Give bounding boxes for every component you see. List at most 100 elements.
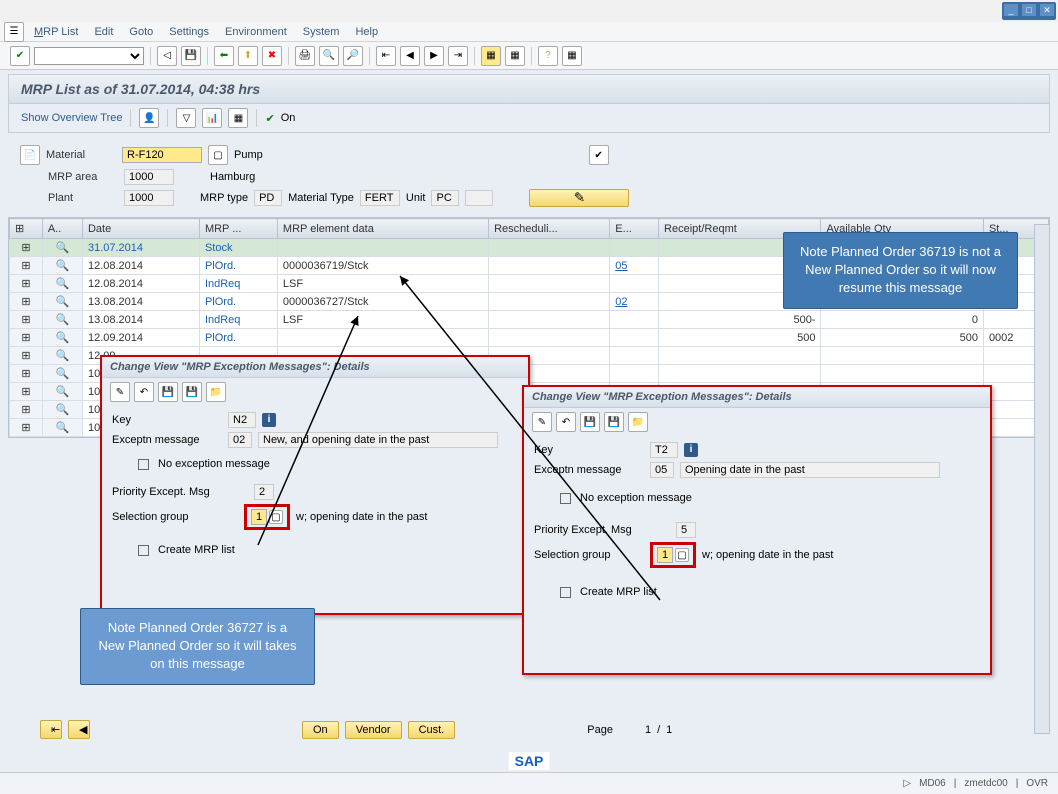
find-next-icon[interactable]: 🔎 xyxy=(343,46,363,66)
unit-extra-input[interactable] xyxy=(465,190,493,206)
unit-input[interactable] xyxy=(431,190,459,206)
material-f4-icon[interactable]: ▢ xyxy=(208,145,228,165)
glass-icon[interactable]: 🔍 xyxy=(42,383,82,401)
expand-icon[interactable]: ⊞ xyxy=(10,311,43,329)
expand-icon[interactable]: ⊞ xyxy=(10,293,43,311)
undo-icon[interactable]: ↶ xyxy=(556,412,576,432)
folder-icon[interactable]: 📁 xyxy=(628,412,648,432)
ok-icon[interactable]: ✔ xyxy=(10,46,30,66)
expand-icon[interactable]: ⊞ xyxy=(10,401,43,419)
menu-settings[interactable]: Settings xyxy=(163,24,215,40)
expand-icon[interactable]: ⊞ xyxy=(10,419,43,437)
expand-icon[interactable]: ⊞ xyxy=(10,275,43,293)
shortcut-icon[interactable]: ▦ xyxy=(505,46,525,66)
prio-input[interactable] xyxy=(254,484,274,500)
expand-icon[interactable]: ⊞ xyxy=(10,365,43,383)
col-mrp[interactable]: MRP ... xyxy=(199,219,277,239)
cell-e[interactable]: 02 xyxy=(610,293,659,311)
prio-input[interactable] xyxy=(676,522,696,538)
expand-icon[interactable]: ⊞ xyxy=(10,383,43,401)
status-play-icon[interactable]: ▷ xyxy=(903,778,911,789)
nav-back-icon[interactable]: ⬅ xyxy=(214,46,234,66)
chart-icon[interactable]: 📊 xyxy=(202,108,222,128)
folder-icon[interactable]: 📁 xyxy=(206,382,226,402)
save-disk-icon[interactable]: 💾 xyxy=(580,412,600,432)
create-checkbox[interactable] xyxy=(138,545,149,556)
find-icon[interactable]: 🔍 xyxy=(319,46,339,66)
help-icon[interactable]: ? xyxy=(538,46,558,66)
filter-icon[interactable]: ▽ xyxy=(176,108,196,128)
glass-icon[interactable]: 🔍 xyxy=(42,293,82,311)
material-input[interactable] xyxy=(122,147,202,163)
selgrp-input[interactable] xyxy=(251,509,267,525)
msg-code-input[interactable] xyxy=(650,462,674,478)
session-icon[interactable]: ▦ xyxy=(481,46,501,66)
msg-text-input[interactable] xyxy=(258,432,498,448)
menu-environment[interactable]: Environment xyxy=(219,24,293,40)
close-button[interactable]: ✕ xyxy=(1039,3,1055,17)
expand-icon[interactable]: ⊞ xyxy=(10,257,43,275)
col-elem[interactable]: MRP element data xyxy=(277,219,488,239)
col-resch[interactable]: Rescheduli... xyxy=(489,219,610,239)
pencil-icon[interactable]: ✎ xyxy=(110,382,130,402)
menu-edit[interactable]: Edit xyxy=(88,24,119,40)
glass-icon[interactable]: 🔍 xyxy=(42,239,82,257)
save-disk2-icon[interactable]: 💾 xyxy=(604,412,624,432)
cancel-icon[interactable]: ✖ xyxy=(262,46,282,66)
save-icon[interactable]: 💾 xyxy=(181,46,201,66)
prev-page-icon[interactable]: ◀ xyxy=(400,46,420,66)
print-icon[interactable]: 🖨 xyxy=(295,46,315,66)
table-icon[interactable]: ▦ xyxy=(228,108,248,128)
msg-code-input[interactable] xyxy=(228,432,252,448)
create-checkbox[interactable] xyxy=(560,587,571,598)
overview-tree-link[interactable]: Show Overview Tree xyxy=(21,112,122,124)
pencil-icon[interactable]: ✎ xyxy=(532,412,552,432)
save-disk-icon[interactable]: 💾 xyxy=(158,382,178,402)
info-icon[interactable]: i xyxy=(262,413,276,427)
vertical-scrollbar[interactable] xyxy=(1034,224,1050,734)
vendor-button[interactable]: Vendor xyxy=(345,721,402,739)
menu-system[interactable]: System xyxy=(297,24,346,40)
glass-icon[interactable]: 🔍 xyxy=(42,311,82,329)
key-input[interactable] xyxy=(650,442,678,458)
menu-help[interactable]: Help xyxy=(349,24,384,40)
minimize-button[interactable]: _ xyxy=(1003,3,1019,17)
cell-e[interactable]: 05 xyxy=(610,257,659,275)
menu-mrplist[interactable]: MRP List xyxy=(28,24,84,40)
glass-icon[interactable]: 🔍 xyxy=(42,401,82,419)
material-selector-icon[interactable]: 📄 xyxy=(20,145,40,165)
col-date[interactable]: Date xyxy=(82,219,199,239)
plant-input[interactable] xyxy=(124,190,174,206)
col-e[interactable]: E... xyxy=(610,219,659,239)
key-input[interactable] xyxy=(228,412,256,428)
mrptype-input[interactable] xyxy=(254,190,282,206)
mrparea-input[interactable] xyxy=(124,169,174,185)
command-combo[interactable] xyxy=(34,47,144,65)
nav-prev-icon[interactable]: ◀ xyxy=(68,720,90,739)
selgrp-f4-icon[interactable]: ▢ xyxy=(675,548,689,562)
first-page-icon[interactable]: ⇤ xyxy=(376,46,396,66)
expand-icon[interactable]: ⊞ xyxy=(10,347,43,365)
selgrp-input[interactable] xyxy=(657,547,673,563)
on-button[interactable]: On xyxy=(302,721,339,739)
next-page-icon[interactable]: ▶ xyxy=(424,46,444,66)
col-expand[interactable]: ⊞ xyxy=(10,219,43,239)
undo-icon[interactable]: ↶ xyxy=(134,382,154,402)
user-icon[interactable]: 👤 xyxy=(139,108,159,128)
expand-icon[interactable]: ⊞ xyxy=(10,239,43,257)
save-disk2-icon[interactable]: 💾 xyxy=(182,382,202,402)
nav-up-icon[interactable]: ⬆ xyxy=(238,46,258,66)
cust-button[interactable]: Cust. xyxy=(408,721,456,739)
menu-goto[interactable]: Goto xyxy=(123,24,159,40)
info-icon[interactable]: i xyxy=(684,443,698,457)
table-row[interactable]: ⊞🔍12.09.2014PlOrd.5005000002 xyxy=(10,329,1049,347)
glass-icon[interactable]: 🔍 xyxy=(42,257,82,275)
glass-icon[interactable]: 🔍 xyxy=(42,329,82,347)
selgrp-f4-icon[interactable]: ▢ xyxy=(269,510,283,524)
maximize-button[interactable]: □ xyxy=(1021,3,1037,17)
glass-icon[interactable]: 🔍 xyxy=(42,365,82,383)
noexc-checkbox[interactable] xyxy=(560,493,571,504)
noexc-checkbox[interactable] xyxy=(138,459,149,470)
nav-first-icon[interactable]: ⇤ xyxy=(40,720,62,739)
back-icon[interactable]: ◁ xyxy=(157,46,177,66)
